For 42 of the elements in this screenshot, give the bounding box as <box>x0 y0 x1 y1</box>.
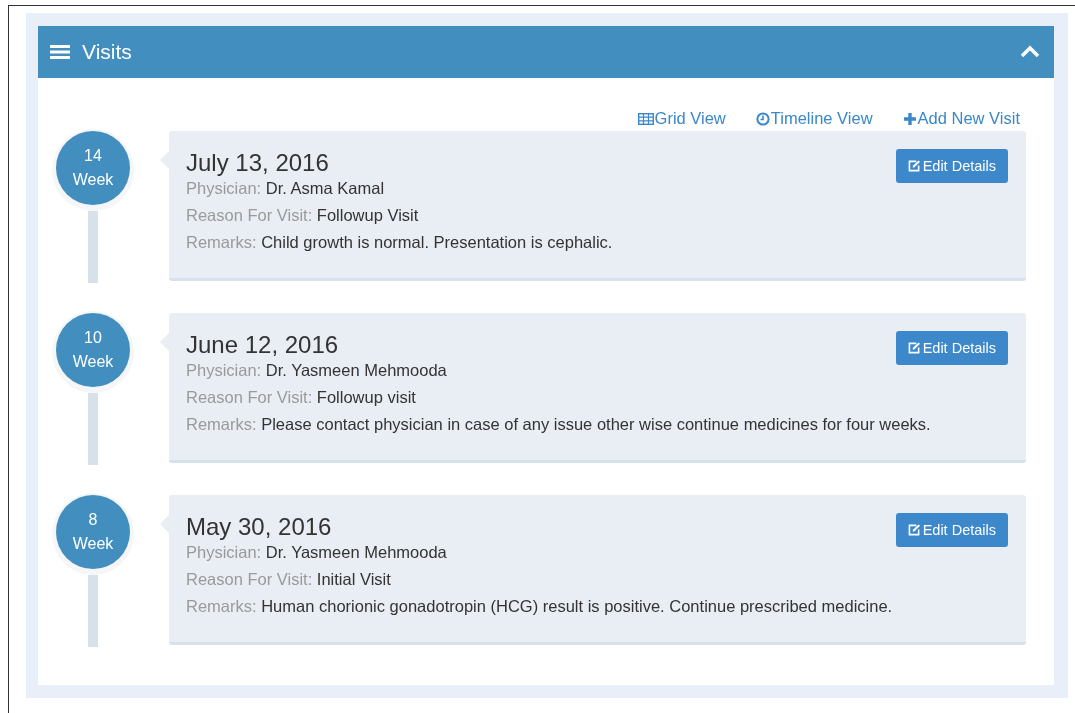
visit-date: July 13, 2016 <box>186 149 329 177</box>
week-unit: Week <box>72 534 114 554</box>
week-number: 10 <box>84 328 102 348</box>
field-value: Followup visit <box>316 388 416 406</box>
field-label: Reason For Visit: <box>186 570 313 588</box>
field-label: Physician: <box>186 361 262 379</box>
field-label: Remarks: <box>186 597 257 615</box>
week-number: 8 <box>88 510 98 530</box>
week-unit: Week <box>72 352 114 372</box>
menu-icon <box>50 44 70 60</box>
field-value: Please contact physician in case of any issue other wise continue medicines for four weeks. <box>261 415 931 433</box>
edit-details-button[interactable]: Edit Details <box>895 513 1008 547</box>
field-label: Remarks: <box>186 415 257 433</box>
plus-icon <box>902 111 917 126</box>
week-number: 14 <box>84 146 102 166</box>
field-label: Reason For Visit: <box>186 388 313 406</box>
edit-icon <box>907 524 921 536</box>
field-value: Followup Visit <box>316 206 419 224</box>
view-link[interactable]: Grid View <box>637 109 726 128</box>
field-label: Reason For Visit: <box>186 206 313 224</box>
field-label: Physician: <box>186 543 262 561</box>
visit-date: May 30, 2016 <box>186 513 332 541</box>
panel-title: Visits <box>82 40 132 64</box>
week-unit: Week <box>72 170 114 190</box>
field-label: Physician: <box>186 179 262 197</box>
view-link[interactable]: Timeline View <box>755 109 873 128</box>
field-value: Human chorionic gonadotropin (HCG) result is positive. Continue prescribed medicine. <box>261 597 893 615</box>
field-value: Child growth is normal. Presentation is cephalic. <box>261 233 613 251</box>
grid-icon <box>637 112 654 125</box>
field-value: Initial Visit <box>316 570 391 588</box>
field-value: Dr. Asma Kamal <box>265 179 385 197</box>
edit-details-button[interactable]: Edit Details <box>895 149 1008 183</box>
field-label: Remarks: <box>186 233 257 251</box>
edit-details-button[interactable]: Edit Details <box>895 331 1008 365</box>
field-value: Dr. Yasmeen Mehmooda <box>265 361 447 379</box>
edit-icon <box>907 160 921 172</box>
chevron-up-icon[interactable] <box>1020 45 1040 59</box>
view-link[interactable]: Add New Visit <box>902 109 1020 128</box>
visit-date: June 12, 2016 <box>186 331 339 359</box>
field-value: Dr. Yasmeen Mehmooda <box>265 543 447 561</box>
clock-icon <box>755 111 770 126</box>
edit-icon <box>907 342 921 354</box>
